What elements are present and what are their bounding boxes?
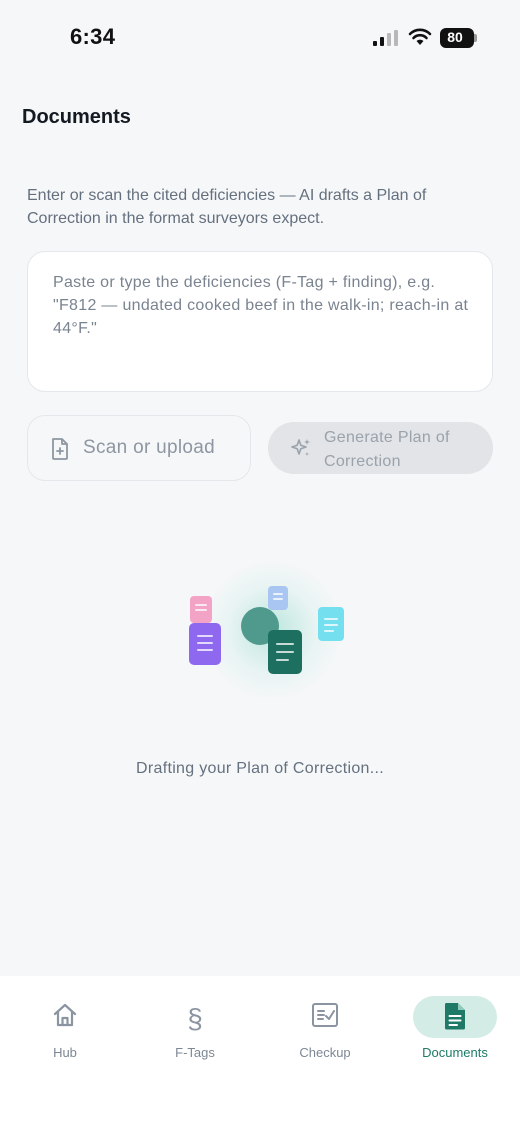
intro-text: Enter or scan the cited deficiencies — A… (27, 187, 427, 227)
scan-upload-button[interactable]: Scan or upload (27, 415, 251, 481)
document-icon (318, 607, 344, 641)
tab-hub[interactable]: Hub (5, 976, 125, 1076)
drafting-illustration (170, 560, 370, 710)
deficiency-input-placeholder: Paste or type the deficiencies (F-Tag + … (53, 274, 469, 337)
wifi-icon (408, 28, 432, 45)
section-icon: § (187, 1003, 203, 1032)
loading-text: Drafting your Plan of Correction... (136, 760, 384, 777)
tab-documents[interactable]: Documents (405, 976, 520, 1076)
home-icon (53, 1003, 77, 1027)
svg-text:§: § (187, 1003, 203, 1032)
sparkles-icon (291, 439, 310, 456)
signal-icon (373, 30, 398, 46)
document-icon (444, 1003, 465, 1030)
document-icon (268, 586, 288, 610)
file-add-icon (52, 438, 68, 460)
document-icon (189, 623, 221, 665)
status-time: 6:34 (70, 24, 116, 49)
tab-checkup-label: Checkup (299, 1045, 351, 1060)
document-icon (190, 596, 212, 623)
page-title: Documents (22, 106, 131, 128)
tab-ftags[interactable]: § F-Tags (135, 976, 255, 1076)
tab-documents-label: Documents (422, 1045, 488, 1060)
tab-ftags-label: F-Tags (175, 1045, 215, 1060)
tab-bar: Hub § F-Tags Checkup Documents (0, 976, 520, 1127)
tab-hub-label: Hub (53, 1045, 77, 1060)
generate-plan-label: Generate Plan of Correction (324, 429, 450, 470)
deficiency-input[interactable]: Paste or type the deficiencies (F-Tag + … (27, 251, 493, 392)
tab-checkup[interactable]: Checkup (265, 976, 385, 1076)
scan-upload-label: Scan or upload (83, 437, 216, 458)
battery-level: 80 (447, 29, 463, 45)
battery-icon: 80 (440, 28, 477, 48)
checklist-icon (312, 1003, 338, 1027)
document-icon (268, 630, 302, 674)
status-bar: 6:34 80 (0, 0, 520, 78)
generate-plan-button[interactable]: Generate Plan of Correction (268, 422, 493, 474)
